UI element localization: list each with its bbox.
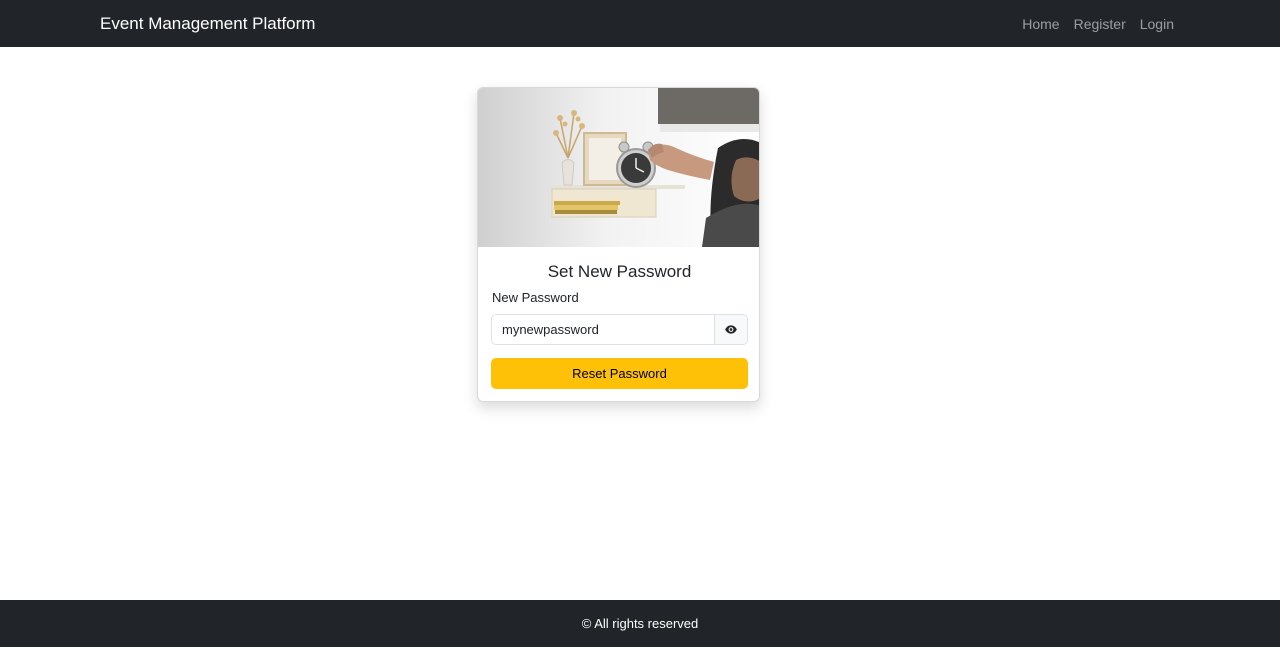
brand-link[interactable]: Event Management Platform [100,13,315,35]
reset-password-card: Set New Password New Password Reset Pass… [477,87,760,402]
reset-password-button[interactable]: Reset Password [491,358,748,389]
new-password-input[interactable] [491,314,714,345]
new-password-label: New Password [492,290,579,305]
nav-link-register[interactable]: Register [1074,15,1126,33]
page-footer: © All rights reserved [0,600,1280,647]
eye-icon [725,325,737,334]
nav-link-login[interactable]: Login [1140,15,1174,33]
password-input-group [491,314,748,345]
nav-links: Home Register Login [1008,15,1174,33]
top-navbar: Event Management Platform Home Register … [0,0,1280,47]
card-image [478,88,759,247]
toggle-password-visibility-button[interactable] [714,314,748,345]
card-title: Set New Password [547,262,692,281]
footer-copyright: © All rights reserved [581,615,699,631]
nav-link-home[interactable]: Home [1022,15,1059,33]
